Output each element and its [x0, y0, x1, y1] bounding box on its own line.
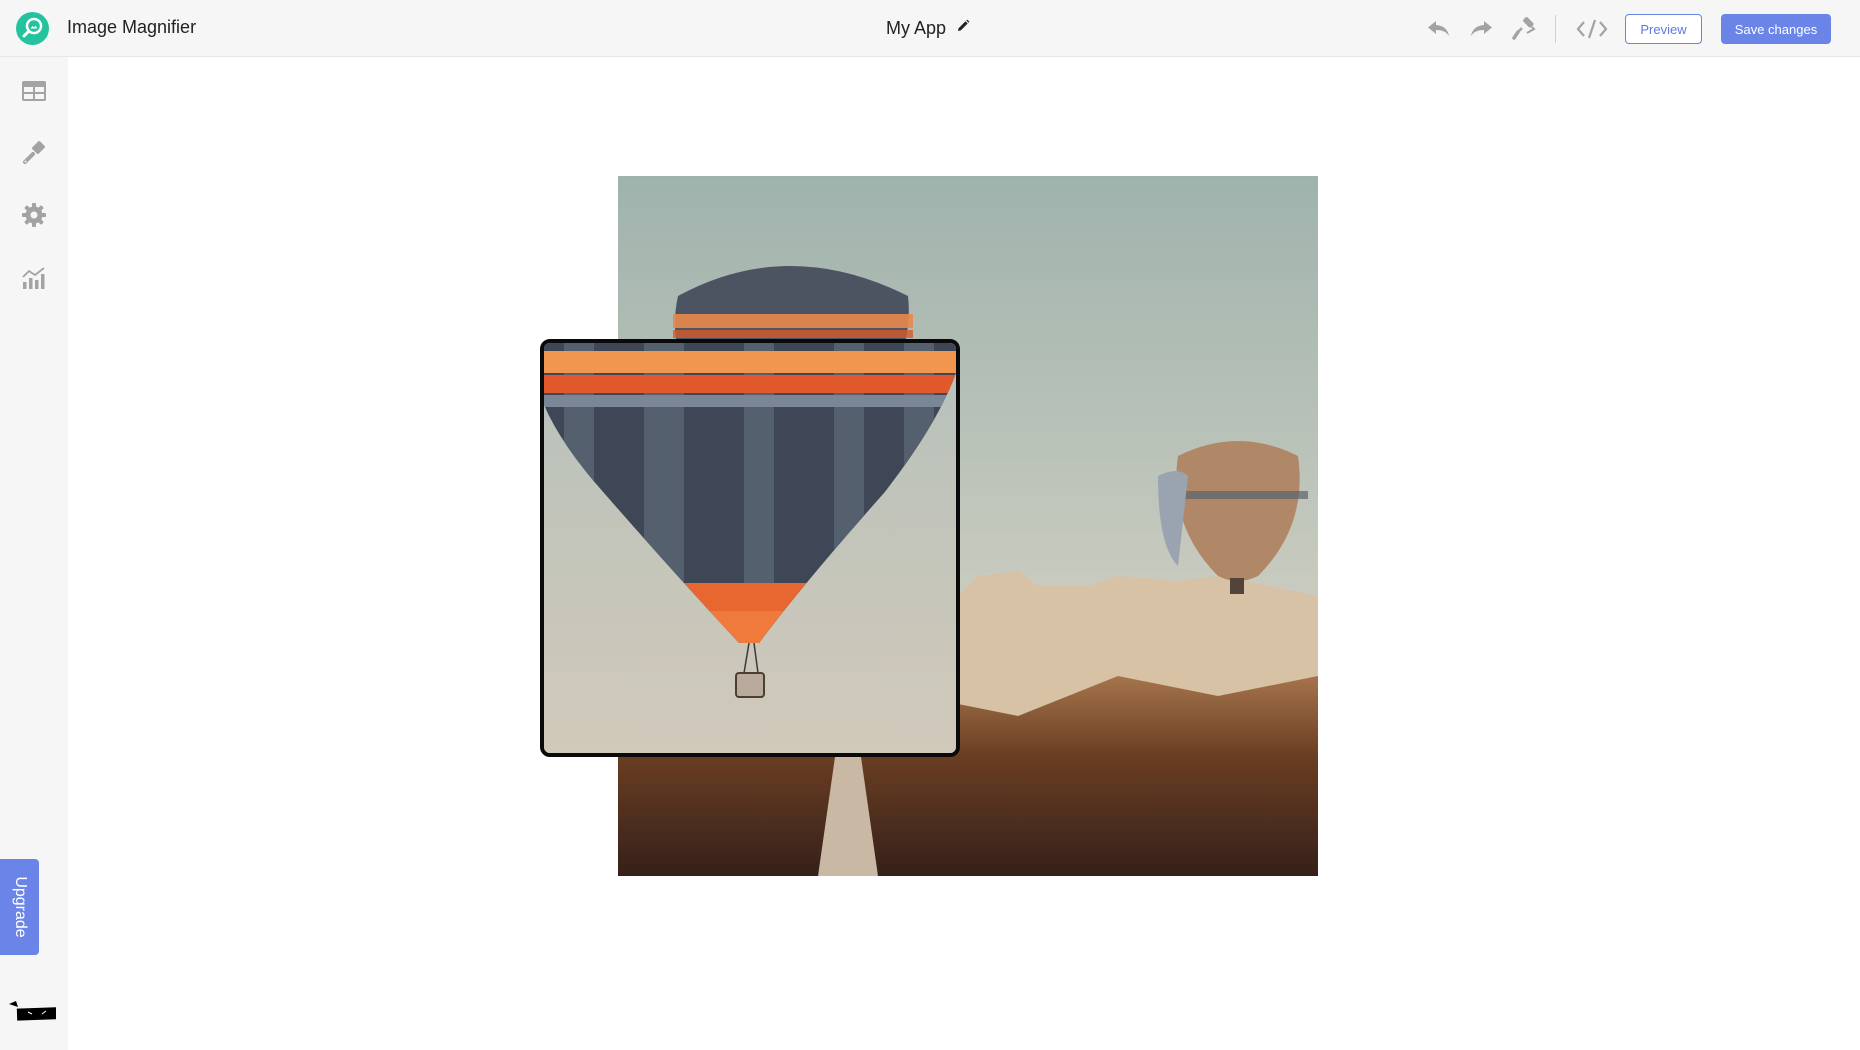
save-changes-button[interactable]: Save changes	[1721, 14, 1831, 44]
magnifier-lens[interactable]	[540, 339, 960, 757]
undo-icon[interactable]	[1426, 16, 1452, 42]
edit-pencil-icon[interactable]	[956, 19, 970, 38]
redo-icon[interactable]	[1468, 16, 1494, 42]
paint-roller-icon[interactable]	[1511, 16, 1537, 42]
magnified-balloon-illustration	[544, 343, 956, 753]
project-title-group: My App	[886, 18, 970, 39]
analytics-icon[interactable]	[20, 264, 48, 292]
upgrade-label: Upgrade	[11, 876, 29, 938]
project-title[interactable]: My App	[886, 18, 946, 39]
sidebar: Upgrade	[0, 57, 68, 1050]
settings-icon[interactable]	[20, 201, 48, 229]
top-bar: Image Magnifier My App Preview Save chan…	[0, 0, 1860, 57]
app-name: Image Magnifier	[67, 17, 197, 37]
app-logo-icon	[16, 12, 49, 45]
brush-icon[interactable]	[20, 139, 48, 167]
preview-button[interactable]: Preview	[1625, 14, 1702, 44]
layout-icon[interactable]	[20, 77, 48, 105]
upgrade-button[interactable]: Upgrade	[0, 859, 39, 955]
toolbar-divider	[1555, 15, 1556, 43]
ninja-logo-icon	[6, 1000, 61, 1029]
code-icon[interactable]	[1576, 16, 1608, 42]
